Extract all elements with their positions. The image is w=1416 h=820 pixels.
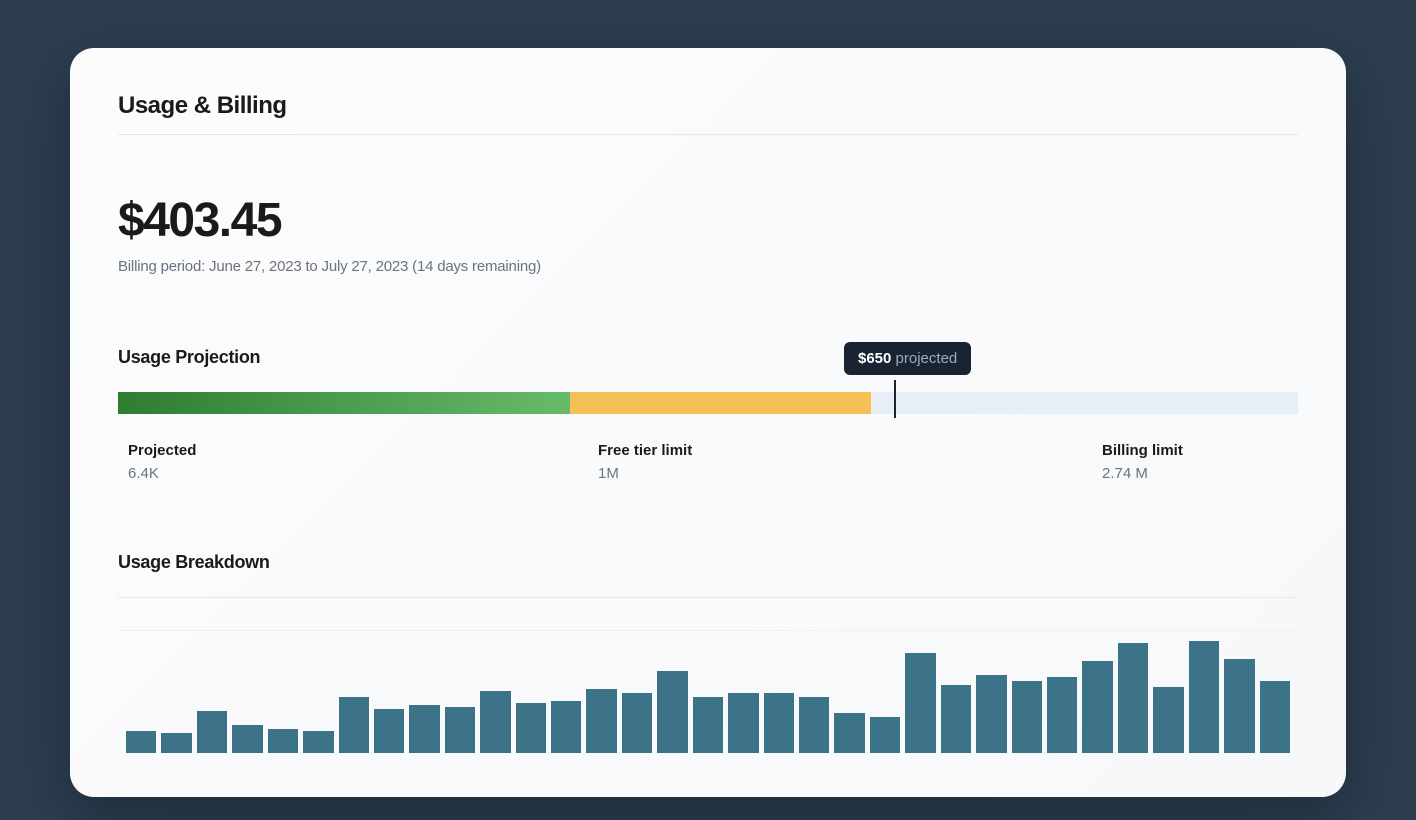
chart-bar[interactable] [1012,681,1042,753]
chart-bar[interactable] [480,691,510,753]
chart-bar[interactable] [303,731,333,753]
projection-progress-bar [118,392,1298,414]
usage-projection-panel: $650 projected Projected 6.4K Free tier … [118,392,1298,442]
usage-breakdown-title: Usage Breakdown [118,552,1298,573]
chart-bar[interactable] [834,713,864,753]
chart-bar[interactable] [870,717,900,753]
chart-bar[interactable] [1047,677,1077,753]
chart-bar[interactable] [339,697,369,753]
label-title: Billing limit [1102,442,1183,459]
chart-bar[interactable] [941,685,971,753]
chart-bar[interactable] [1118,643,1148,753]
breakdown-gridline [118,630,1298,631]
breakdown-divider [118,597,1298,598]
chart-bar[interactable] [976,675,1006,753]
chart-bar[interactable] [764,693,794,753]
chart-bar[interactable] [551,701,581,753]
chart-bar[interactable] [1153,687,1183,753]
chart-bar[interactable] [622,693,652,753]
billing-period-text: Billing period: June 27, 2023 to July 27… [118,258,1298,275]
label-title: Free tier limit [598,442,692,459]
chart-bar[interactable] [374,709,404,753]
chart-bar[interactable] [516,703,546,753]
page-title: Usage & Billing [118,92,1298,120]
progress-segment-projected [570,392,871,414]
projection-label-freetier: Free tier limit 1M [598,442,692,482]
tooltip-label: projected [891,350,957,367]
projection-label-projected: Projected 6.4K [128,442,196,482]
chart-bar[interactable] [693,697,723,753]
chart-bar[interactable] [799,697,829,753]
chart-bar[interactable] [126,731,156,753]
chart-bar[interactable] [1189,641,1219,753]
chart-bar[interactable] [1224,659,1254,753]
label-value: 6.4K [128,465,196,482]
chart-bar[interactable] [268,729,298,753]
chart-bar[interactable] [905,653,935,753]
chart-bar[interactable] [409,705,439,753]
tooltip-connector-line [894,380,896,418]
total-amount: $403.45 [118,193,1298,248]
divider [118,134,1298,135]
usage-projection-title: Usage Projection [118,347,1298,368]
chart-bar[interactable] [586,689,616,753]
chart-bar[interactable] [657,671,687,753]
chart-bar[interactable] [1082,661,1112,753]
usage-breakdown-chart [118,635,1298,753]
usage-breakdown-section: Usage Breakdown [118,552,1298,753]
chart-bar[interactable] [161,733,191,753]
projection-tooltip: $650 projected [844,342,971,375]
tooltip-amount: $650 [858,350,891,367]
progress-segment-used [118,392,570,414]
chart-bar[interactable] [232,725,262,753]
chart-bar[interactable] [728,693,758,753]
label-value: 2.74 M [1102,465,1183,482]
label-value: 1M [598,465,692,482]
billing-card: Usage & Billing $403.45 Billing period: … [70,48,1346,797]
chart-bar[interactable] [445,707,475,753]
label-title: Projected [128,442,196,459]
chart-bar[interactable] [197,711,227,753]
projection-label-billing: Billing limit 2.74 M [1102,442,1183,482]
chart-bar[interactable] [1260,681,1290,753]
